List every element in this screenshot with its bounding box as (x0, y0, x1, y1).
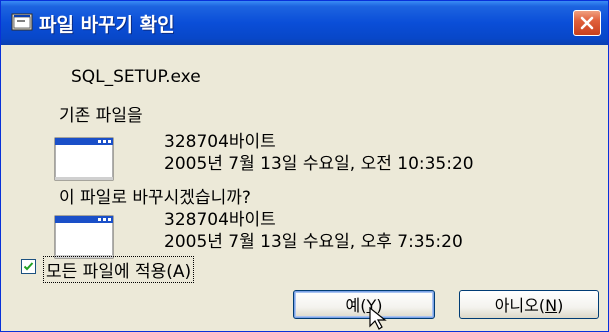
no-button[interactable]: 아니오(N) (459, 290, 599, 319)
replacement-file-info: 328704바이트 2005년 7월 13일 수요일, 오후 7:35:20 (164, 209, 463, 253)
close-button[interactable] (573, 10, 601, 36)
existing-file-icon (54, 137, 114, 181)
existing-file-date: 2005년 7월 13일 수요일, 오전 10:35:20 (164, 154, 474, 174)
replace-question: 이 파일로 바꾸시겠습니까? (59, 188, 251, 208)
yes-label: 예( (345, 296, 367, 315)
no-mnemonic: N (545, 296, 558, 315)
dialog-body: SQL_SETUP.exe 기존 파일을 328704바이트 2005년 7월 … (41, 45, 608, 331)
apply-all-label[interactable]: 모든 파일에 적용(A) (43, 256, 195, 283)
existing-file-info: 328704바이트 2005년 7월 13일 수요일, 오전 10:35:20 (164, 131, 474, 175)
no-label: 아니오( (494, 296, 546, 315)
mouse-pointer-icon (369, 307, 387, 330)
checkbox-box[interactable] (21, 259, 36, 274)
file-name: SQL_SETUP.exe (71, 67, 201, 87)
existing-file-heading: 기존 파일을 (59, 106, 143, 126)
yes-button[interactable]: 예(Y) (293, 290, 435, 319)
title-bar[interactable]: 파일 바꾸기 확인 (1, 1, 608, 45)
existing-file-size: 328704바이트 (164, 132, 276, 152)
close-x-icon (580, 16, 594, 30)
replace-file-dialog: 파일 바꾸기 확인 SQL_SETUP.exe 기존 파일을 328704바이트… (0, 0, 609, 332)
replacement-file-size: 328704바이트 (164, 210, 276, 230)
replacement-file-date: 2005년 7월 13일 수요일, 오후 7:35:20 (164, 232, 463, 252)
no-close: ) (557, 296, 564, 315)
replacement-file-icon (54, 215, 114, 259)
checkmark-icon (23, 262, 34, 271)
app-window-icon (11, 13, 33, 31)
dialog-title: 파일 바꾸기 확인 (39, 14, 175, 36)
